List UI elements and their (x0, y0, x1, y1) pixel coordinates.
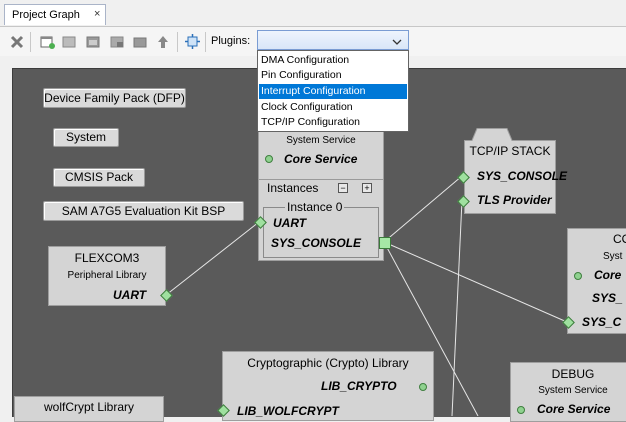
debug-title: DEBUG (551, 367, 595, 381)
debug-status-dot (517, 406, 525, 414)
core-status-dot (265, 155, 273, 163)
debug-service-name: Core Service (537, 402, 611, 416)
core-console-connector[interactable] (379, 237, 391, 249)
crypto-title: Cryptographic (Crypto) Library (247, 356, 409, 370)
flexcom3-uart-port: UART (113, 288, 147, 302)
plugin-option-tcpip[interactable]: TCP/IP Configuration (259, 115, 407, 130)
plugin-option-dma[interactable]: DMA Configuration (259, 53, 407, 68)
chip-system[interactable]: System (53, 128, 119, 147)
plugins-dropdown: DMA Configuration Pin Configuration Inte… (257, 50, 409, 132)
plugin-option-pin[interactable]: Pin Configuration (259, 68, 407, 83)
right-box-title: CO (613, 232, 626, 246)
flexcom3-box[interactable]: FLEXCOM3 Peripheral Library UART (48, 246, 166, 306)
wolfcrypt-title: wolfCrypt Library (43, 400, 135, 414)
right-partial-box[interactable]: CO Syst Core SYS_ SYS_C (567, 228, 626, 334)
right-box-status-dot (574, 272, 582, 280)
core-service-name: Core Service (284, 152, 358, 166)
core-divider (259, 179, 383, 180)
right-box-subtitle: Syst (603, 251, 623, 262)
instance-0-group[interactable] (263, 207, 379, 258)
tcpip-sys-console: SYS_CONSOLE (477, 169, 568, 183)
wolfcrypt-library-box[interactable]: wolfCrypt Library (14, 396, 164, 422)
flexcom3-title: FLEXCOM3 (74, 251, 140, 265)
core-service-box[interactable]: System Service Core Service Instances − … (258, 130, 384, 261)
instance-0-label: Instance 0 (285, 200, 345, 214)
core-sys-console-port: SYS_CONSOLE (271, 236, 362, 250)
debug-box[interactable]: DEBUG System Service Core Service (510, 362, 626, 422)
plugin-option-clock[interactable]: Clock Configuration (259, 100, 407, 115)
tcpip-tls-provider: TLS Provider (477, 193, 552, 207)
crypto-lib-port: LIB_CRYPTO (321, 379, 397, 393)
flexcom3-subtitle: Peripheral Library (67, 270, 147, 281)
crypto-lib-dot (419, 383, 427, 391)
remove-instance-button[interactable]: − (338, 183, 348, 193)
instances-label: Instances (267, 181, 319, 195)
core-subtitle: System Service (286, 135, 356, 146)
debug-subtitle: System Service (538, 385, 608, 396)
chip-device-family-pack[interactable]: Device Family Pack (DFP) (43, 88, 186, 108)
add-instance-button[interactable]: + (362, 183, 372, 193)
plugin-option-interrupt[interactable]: Interrupt Configuration (259, 84, 407, 99)
crypto-library-box[interactable]: Cryptographic (Crypto) Library LIB_CRYPT… (222, 351, 434, 421)
tcpip-title: TCP/IP STACK (469, 144, 551, 158)
chip-sam-a7g5-bsp[interactable]: SAM A7G5 Evaluation Kit BSP (43, 201, 244, 221)
right-box-sys-port: SYS_ (592, 291, 623, 305)
right-box-name: Core (594, 268, 622, 282)
right-box-console-port: SYS_C (582, 315, 622, 329)
chip-cmsis-pack[interactable]: CMSIS Pack (53, 168, 145, 187)
core-uart-port: UART (273, 216, 307, 230)
